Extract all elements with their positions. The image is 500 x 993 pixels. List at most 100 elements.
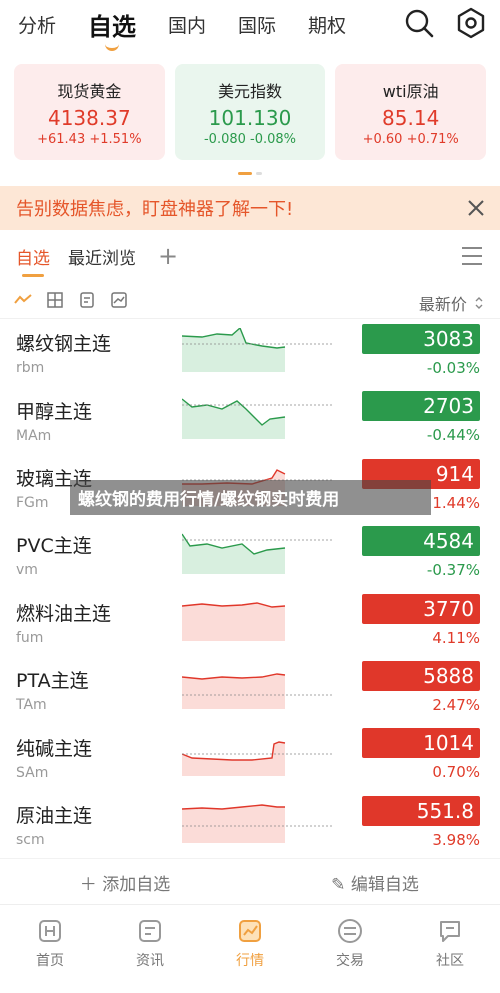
chart-view-icon[interactable]	[110, 291, 128, 309]
quote-name: PVC主连	[16, 535, 92, 558]
quote-pct: 4.11%	[432, 628, 480, 647]
caption-overlay: 螺纹钢的费用行情/螺纹钢实时费用	[70, 480, 431, 515]
tab-watchlist[interactable]: 自选	[88, 7, 136, 51]
quote-name: 螺纹钢主连	[16, 333, 112, 356]
sort-by-price[interactable]: 最新价	[419, 291, 486, 315]
quote-name: 纯碱主连	[16, 737, 93, 760]
index-cards: 现货黄金 4138.37 +61.43 +1.51% 美元指数 101.130 …	[0, 48, 500, 160]
quote-code: TAm	[16, 697, 47, 714]
add-watchlist-button[interactable]: ＋ 添加自选	[0, 870, 250, 895]
index-change: +0.60 +0.71%	[362, 132, 459, 147]
tab-options[interactable]: 期权	[308, 11, 346, 38]
quote-row-fum[interactable]: 燃料油主连 fum 3770 4.11%	[0, 589, 500, 656]
carousel-dot	[238, 171, 252, 175]
tab-domestic[interactable]: 国内	[168, 11, 206, 38]
index-price: 101.130	[208, 106, 292, 130]
index-card-gold[interactable]: 现货黄金 4138.37 +61.43 +1.51%	[14, 64, 165, 160]
quote-pct: 2.47%	[432, 695, 480, 714]
index-name: 现货黄金	[57, 82, 122, 101]
quote-pct: -0.03%	[426, 359, 480, 377]
nav-home[interactable]: 首页	[0, 905, 100, 993]
quote-code: vm	[16, 562, 38, 579]
quote-pct: -0.37%	[426, 561, 480, 580]
sparkline	[182, 398, 332, 440]
sparkline	[182, 602, 286, 642]
edit-watchlist-button[interactable]: ✎ 编辑自选	[250, 870, 500, 895]
price-box: 3770	[362, 593, 480, 624]
view-toolbar: 最新价	[0, 282, 500, 318]
nav-news[interactable]: 资讯	[100, 905, 200, 993]
news-icon	[139, 920, 161, 942]
price-box: 1014	[362, 728, 480, 759]
index-card-usd[interactable]: 美元指数 101.130 -0.080 -0.08%	[174, 64, 326, 160]
price-box: 2703	[362, 391, 480, 422]
quote-name: 甲醇主连	[16, 400, 93, 423]
nav-community[interactable]: 社区	[400, 905, 500, 993]
quote-row-tam[interactable]: PTA主连 TAm 5888 2.47%	[0, 656, 500, 723]
quote-pct: 0.70%	[432, 763, 480, 782]
top-nav: 分析 自选 国内 国际 期权	[0, 0, 500, 51]
edit-row: ＋ 添加自选 ✎ 编辑自选	[0, 858, 500, 905]
price-box: 3083	[362, 324, 480, 354]
sparkline	[182, 741, 332, 777]
quote-pct: 3.98%	[432, 830, 480, 849]
nav-market[interactable]: 行情	[200, 905, 300, 993]
search-icon[interactable]	[402, 6, 436, 40]
grid-view-icon[interactable]	[46, 291, 64, 309]
menu-icon[interactable]	[460, 244, 484, 268]
quote-row-rbm[interactable]: 螺纹钢主连 rbm 3083 -0.03%	[0, 319, 500, 386]
sort-icon	[475, 297, 483, 309]
quote-code: rbm	[16, 360, 45, 377]
add-tab-icon[interactable]: +	[158, 242, 178, 270]
close-icon[interactable]	[464, 196, 488, 220]
index-change: -0.080 -0.08%	[203, 132, 297, 147]
watch-tabs: 自选 最近浏览 +	[0, 230, 500, 282]
quote-code: SAm	[16, 764, 49, 781]
quote-name: 燃料油主连	[16, 602, 112, 625]
tab-recent[interactable]: 最近浏览	[68, 244, 136, 269]
tab-analysis[interactable]: 分析	[18, 11, 56, 38]
nav-label: 资讯	[136, 953, 164, 969]
sort-label: 最新价	[418, 295, 467, 314]
index-price: 85.14	[382, 106, 440, 130]
quote-code: MAm	[16, 427, 52, 444]
promo-banner[interactable]: 告别数据焦虑，盯盘神器了解一下!	[0, 186, 500, 230]
banner-text: 告别数据焦虑，盯盘神器了解一下!	[16, 199, 294, 220]
home-icon	[39, 920, 61, 942]
price-box: 4584	[362, 526, 480, 557]
sparkline	[182, 327, 332, 372]
trend-view-icon[interactable]	[14, 291, 32, 309]
nav-label: 交易	[336, 953, 364, 969]
quote-row-scm[interactable]: 原油主连 scm 551.8 3.98%	[0, 791, 500, 858]
nav-label: 行情	[236, 953, 264, 969]
quote-list: 螺纹钢主连 rbm 3083 -0.03% 甲醇主连 MAm 2703 -0.44% 玻…	[0, 318, 500, 858]
quote-row-sam[interactable]: 纯碱主连 SAm 1014 0.70%	[0, 723, 500, 790]
sparkline	[182, 804, 332, 844]
market-icon	[239, 920, 261, 942]
quote-name: 原油主连	[16, 804, 93, 827]
quote-row-mam[interactable]: 甲醇主连 MAm 2703 -0.44%	[0, 386, 500, 453]
index-change: +61.43 +1.51%	[37, 132, 142, 147]
community-icon	[440, 921, 460, 942]
quote-name: PTA主连	[16, 670, 89, 693]
settings-icon[interactable]	[454, 6, 488, 40]
index-name: 美元指数	[218, 82, 283, 101]
index-card-wti[interactable]: wti原油 85.14 +0.60 +0.71%	[335, 64, 487, 160]
carousel-dot	[256, 171, 262, 175]
plus-icon: ＋	[79, 874, 103, 895]
tab-my-watchlist[interactable]: 自选	[16, 244, 50, 277]
quote-row-vm[interactable]: PVC主连 vm 4584 -0.37%	[0, 521, 500, 588]
edit-label: 编辑自选	[350, 874, 419, 895]
quote-pct: -0.44%	[426, 426, 480, 445]
nav-trade[interactable]: 交易	[300, 905, 400, 993]
tab-international[interactable]: 国际	[238, 11, 276, 38]
quote-code: scm	[16, 831, 45, 848]
quote-code: fum	[16, 629, 44, 646]
card-view-icon[interactable]	[78, 291, 96, 309]
index-price: 4138.37	[47, 106, 131, 130]
price-box: 551.8	[362, 795, 480, 826]
edit-icon: ✎	[331, 874, 351, 895]
carousel-dots	[0, 160, 500, 186]
sparkline	[182, 672, 332, 709]
trade-icon	[338, 919, 362, 943]
